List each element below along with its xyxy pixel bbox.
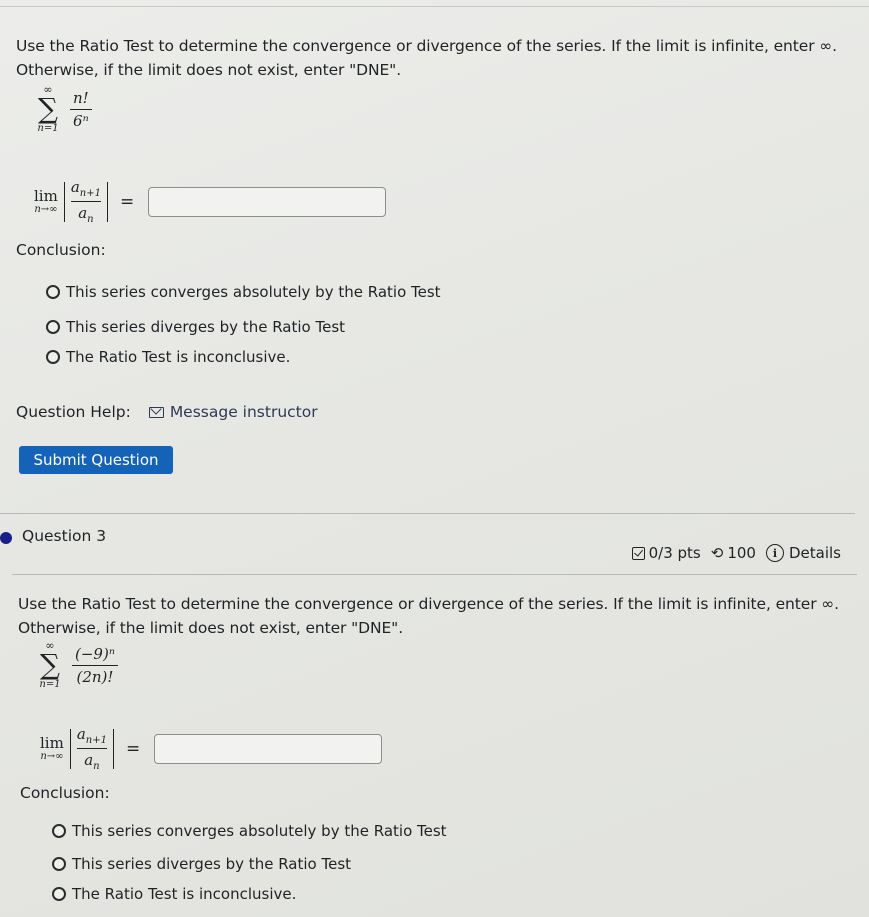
question-instructions: Use the Ratio Test to determine the conv…: [18, 595, 839, 637]
sigma-lower-limit: n=1: [39, 679, 61, 690]
abs-bar-right: [112, 728, 114, 769]
option-label: This series diverges by the Ratio Test: [66, 318, 346, 336]
option-label: The Ratio Test is inconclusive.: [66, 348, 291, 366]
limit-expression: lim n→∞ an+1 an =: [34, 178, 387, 225]
question-3-header: Question 3 0/3 pts ⟲ 100 i Details: [0, 527, 869, 562]
section-divider: [0, 513, 855, 514]
sigma-icon: ∑: [40, 648, 60, 681]
absolute-ratio: an+1 an: [69, 725, 114, 772]
lim-subscript: n→∞: [40, 750, 64, 762]
question-instructions: Use the Ratio Test to determine the conv…: [16, 37, 837, 79]
help-label: Question Help:: [16, 403, 131, 421]
question-meta: 0/3 pts ⟲ 100 i Details: [622, 544, 841, 562]
option-inconclusive[interactable]: The Ratio Test is inconclusive.: [46, 348, 290, 366]
equals-sign: =: [119, 191, 135, 212]
top-divider: [0, 6, 869, 7]
conclusion-label: Conclusion:: [20, 784, 110, 802]
limit-operator: lim n→∞: [34, 188, 58, 216]
limit-expression: lim n→∞ an+1 an =: [40, 725, 383, 772]
header-divider: [12, 574, 857, 575]
abs-bar-left: [63, 181, 65, 222]
lim-label: lim: [40, 733, 64, 752]
question-status-dot: [0, 532, 12, 544]
abs-bar-left: [69, 728, 71, 769]
sigma-icon: ∑: [38, 92, 58, 125]
conclusion-label: Conclusion:: [16, 241, 106, 259]
limit-operator: lim n→∞: [40, 735, 64, 763]
ratio-fraction: an+1 an: [70, 178, 101, 225]
submit-question-button[interactable]: Submit Question: [19, 446, 173, 474]
series-expression: ∞ ∑ n=1 (−9)ⁿ (2n)!: [36, 640, 118, 691]
option-label: This series converges absolutely by the …: [66, 283, 441, 301]
series-expression: ∞ ∑ n=1 n! 6ⁿ: [34, 84, 92, 135]
summation-symbol: ∞ ∑ n=1: [34, 84, 62, 135]
absolute-ratio: an+1 an: [63, 178, 108, 225]
ratio-denominator: an: [78, 204, 94, 225]
lim-label: lim: [34, 186, 58, 205]
lim-subscript: n→∞: [34, 203, 58, 215]
fraction-bar: [76, 748, 107, 749]
radio-button[interactable]: [46, 320, 60, 334]
option-converges[interactable]: This series converges absolutely by the …: [46, 283, 441, 301]
sigma-lower-limit: n=1: [37, 123, 59, 134]
attempts: ⟲ 100: [711, 544, 756, 562]
points-value: 0/3 pts: [648, 544, 701, 562]
equals-sign: =: [125, 738, 141, 759]
option-diverges[interactable]: This series diverges by the Ratio Test: [52, 855, 351, 873]
radio-button[interactable]: [52, 887, 66, 901]
option-label: This series diverges by the Ratio Test: [72, 855, 352, 873]
abs-bar-right: [106, 181, 108, 222]
details-link[interactable]: i Details: [765, 544, 841, 562]
series-term: (−9)ⁿ (2n)!: [72, 645, 118, 686]
limit-answer-input[interactable]: [154, 733, 383, 764]
ratio-numerator: an+1: [76, 725, 107, 746]
checkbox-icon: [631, 546, 645, 560]
radio-button[interactable]: [46, 285, 60, 299]
term-numerator: n!: [73, 89, 89, 107]
envelope-icon: [148, 406, 164, 418]
option-label: The Ratio Test is inconclusive.: [72, 885, 297, 903]
term-numerator: (−9)ⁿ: [75, 645, 115, 663]
ratio-fraction: an+1 an: [76, 725, 107, 772]
question-title: Question 3: [22, 527, 107, 545]
option-converges[interactable]: This series converges absolutely by the …: [52, 822, 447, 840]
summation-symbol: ∞ ∑ n=1: [36, 640, 64, 691]
message-instructor-link[interactable]: Message instructor: [148, 403, 318, 421]
series-term: n! 6ⁿ: [70, 89, 92, 130]
radio-button[interactable]: [46, 350, 60, 364]
ratio-numerator: an+1: [70, 178, 101, 199]
retry-icon: ⟲: [710, 544, 724, 562]
limit-answer-input[interactable]: [148, 186, 387, 217]
option-label: This series converges absolutely by the …: [72, 822, 447, 840]
points: 0/3 pts: [631, 544, 701, 562]
term-denominator: 6ⁿ: [73, 112, 89, 130]
fraction-bar: [70, 201, 101, 202]
attempts-value: 100: [727, 544, 756, 562]
option-diverges[interactable]: This series diverges by the Ratio Test: [46, 318, 345, 336]
option-inconclusive[interactable]: The Ratio Test is inconclusive.: [52, 885, 296, 903]
details-label: Details: [788, 544, 841, 562]
ratio-denominator: an: [84, 751, 100, 772]
question-help: Question Help: Message instructor: [16, 403, 318, 421]
radio-button[interactable]: [52, 824, 66, 838]
term-denominator: (2n)!: [76, 668, 114, 686]
radio-button[interactable]: [52, 857, 66, 871]
info-icon: i: [765, 544, 784, 562]
message-instructor-label: Message instructor: [169, 403, 318, 421]
